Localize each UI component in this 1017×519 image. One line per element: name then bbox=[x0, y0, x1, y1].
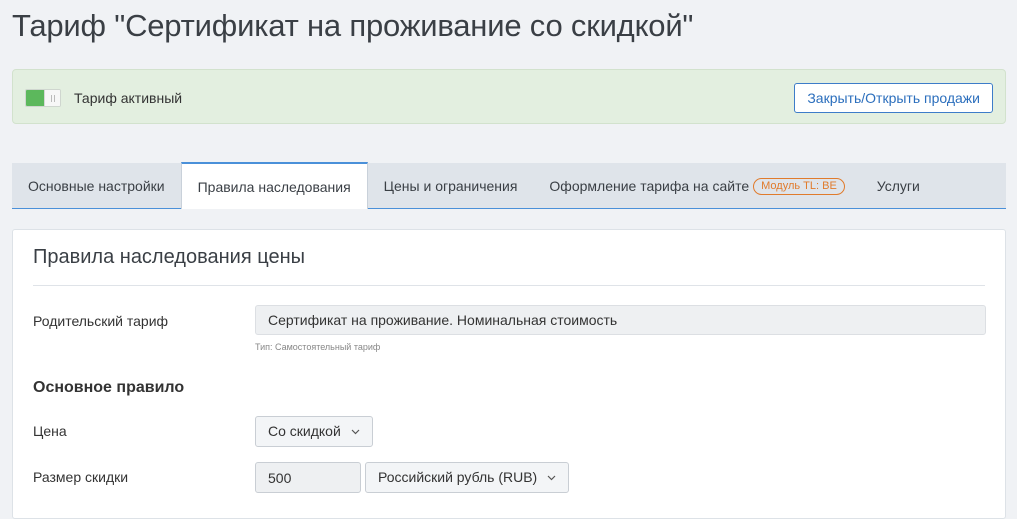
close-open-sales-button[interactable]: Закрыть/Открыть продажи bbox=[794, 83, 993, 113]
main-rule-heading: Основное правило bbox=[33, 379, 185, 396]
tariff-tabs: Основные настройки Правила наследования … bbox=[12, 162, 1006, 209]
discount-amount-input[interactable] bbox=[255, 462, 361, 493]
tab-label: Оформление тарифа на сайте bbox=[549, 178, 750, 194]
grip-icon bbox=[50, 94, 55, 102]
currency-value: Российский рубль (RUB) bbox=[378, 469, 538, 485]
tab-label: Правила наследования bbox=[197, 178, 351, 195]
tab-label: Услуги bbox=[876, 178, 920, 194]
parent-tariff-hint: Тип: Самостоятельный тариф bbox=[255, 342, 381, 352]
section-title: Правила наследования цены bbox=[33, 246, 305, 268]
price-mode-select[interactable]: Со скидкой bbox=[255, 416, 373, 447]
price-label: Цена bbox=[33, 423, 67, 439]
tab-site-design[interactable]: Оформление тарифа на сайте Модуль TL: BE bbox=[533, 163, 860, 209]
parent-tariff-label: Родительский тариф bbox=[33, 313, 169, 329]
module-badge: Модуль TL: BE bbox=[753, 177, 845, 195]
chevron-down-icon bbox=[351, 429, 360, 435]
tab-services[interactable]: Услуги bbox=[861, 163, 936, 209]
chevron-down-icon bbox=[547, 475, 556, 481]
tab-label: Цены и ограничения bbox=[383, 178, 518, 194]
price-mode-value: Со скидкой bbox=[268, 423, 341, 439]
tab-prices-restrictions[interactable]: Цены и ограничения bbox=[368, 163, 534, 209]
tab-inheritance-rules[interactable]: Правила наследования bbox=[180, 162, 368, 209]
tab-label: Основные настройки bbox=[28, 178, 165, 194]
parent-tariff-field: Сертификат на проживание. Номинальная ст… bbox=[255, 305, 986, 335]
currency-select[interactable]: Российский рубль (RUB) bbox=[365, 462, 570, 493]
tariff-status-panel: Тариф активный Закрыть/Открыть продажи bbox=[12, 69, 1006, 124]
toggle-on-fill bbox=[26, 90, 44, 106]
tariff-active-toggle[interactable] bbox=[25, 89, 61, 107]
toggle-knob bbox=[44, 90, 60, 106]
tariff-active-label: Тариф активный bbox=[74, 90, 183, 106]
page-title: Тариф "Сертификат на проживание со скидк… bbox=[12, 8, 694, 43]
section-divider bbox=[33, 285, 985, 286]
discount-size-label: Размер скидки bbox=[33, 469, 129, 485]
inheritance-rules-card: Правила наследования цены Родительский т… bbox=[12, 229, 1006, 519]
tab-main-settings[interactable]: Основные настройки bbox=[12, 163, 181, 209]
